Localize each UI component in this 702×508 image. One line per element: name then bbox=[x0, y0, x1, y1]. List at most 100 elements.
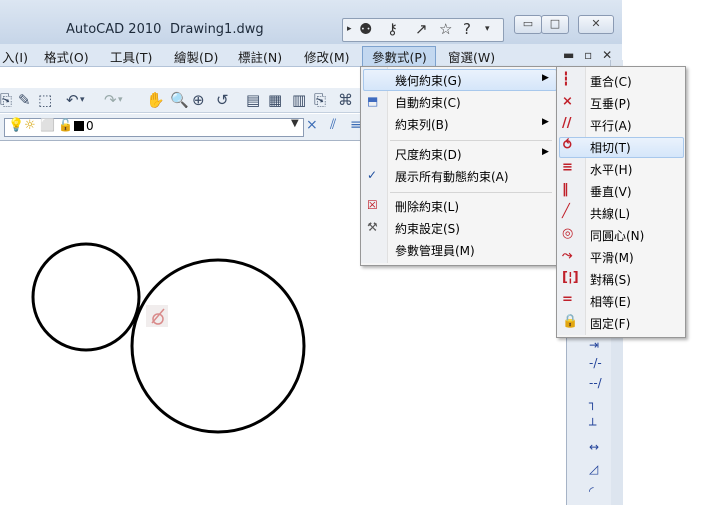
layer-name: 0 bbox=[86, 119, 94, 133]
menu-item-constraint-bar[interactable]: 約束列(B) ▶ bbox=[360, 113, 558, 135]
menu-item-label: 展示所有動態約束(A) bbox=[395, 170, 509, 184]
submenu-arrow-icon: ▶ bbox=[542, 73, 549, 83]
menu-item-geometric-constraints[interactable]: 幾何約束(G) ▶ bbox=[360, 69, 558, 91]
geometric-submenu-items: ┇ 重合(C) ⨯ 互垂(P) // 平行(A) ⥀ 相切(T) ≡ 水平(H)… bbox=[556, 66, 684, 336]
undo-icon[interactable]: ↶ bbox=[66, 91, 79, 109]
standard-toolbar: ⎘ ✎ ⬚ ↶ ▾ ↷ ▾ ✋ 🔍 ⊕ ↺ ▤ ▦ ▥ ⎘ ⌘ bbox=[0, 88, 360, 113]
menu-item-label: 刪除約束(L) bbox=[395, 200, 460, 214]
markup-icon[interactable]: ⌘ bbox=[338, 91, 353, 109]
menu-modify[interactable]: 修改(M) bbox=[304, 47, 350, 66]
submenu-item-vertical[interactable]: ‖ 垂直(V) bbox=[556, 179, 684, 201]
pan-icon[interactable]: ✋ bbox=[146, 91, 165, 109]
menu-insert[interactable]: 入(I) bbox=[2, 47, 28, 66]
menu-item-dimensional-constraints[interactable]: 尺度約束(D) ▶ bbox=[360, 143, 558, 165]
menu-item-label: 尺度約束(D) bbox=[395, 148, 462, 162]
submenu-item-tangent[interactable]: ⥀ 相切(T) bbox=[556, 135, 684, 157]
submenu-item-label: 相切(T) bbox=[590, 141, 631, 155]
submenu-item-label: 水平(H) bbox=[590, 163, 633, 177]
key-icon[interactable]: ⚷ bbox=[387, 20, 398, 38]
menu-tools[interactable]: 工具(T) bbox=[110, 47, 152, 66]
layer-color-swatch bbox=[74, 121, 84, 131]
submenu-item-fix[interactable]: 🔒 固定(F) bbox=[556, 311, 684, 333]
small-circle[interactable] bbox=[31, 242, 141, 352]
sheet-set-icon[interactable]: ⎘ bbox=[314, 91, 326, 109]
perpendicular-icon: ⨯ bbox=[562, 94, 573, 109]
submenu-item-concentric[interactable]: ◎ 同圓心(N) bbox=[556, 223, 684, 245]
minimize-button[interactable]: ▭ bbox=[514, 15, 542, 34]
binoculars-icon[interactable]: ⚉ bbox=[359, 20, 372, 38]
menu-separator bbox=[390, 192, 552, 193]
dim-linear-icon[interactable]: ⇥ bbox=[589, 338, 599, 352]
dim-continue-icon[interactable]: ↔ bbox=[589, 440, 599, 454]
submenu-item-equal[interactable]: = 相等(E) bbox=[556, 289, 684, 311]
menu-item-label: 約束設定(S) bbox=[395, 222, 460, 236]
submenu-item-label: 平滑(M) bbox=[590, 251, 634, 265]
menu-item-parameters-manager[interactable]: 參數管理員(M) bbox=[360, 239, 558, 261]
menu-dimension[interactable]: 標註(N) bbox=[238, 47, 282, 66]
vertical-icon: ‖ bbox=[562, 182, 569, 197]
help-dropdown-icon[interactable]: ▾ bbox=[485, 24, 490, 34]
smooth-icon: ⤳ bbox=[562, 248, 573, 263]
sun-icon: ☼ bbox=[24, 118, 36, 133]
zoom-window-icon[interactable]: ⊕ bbox=[192, 91, 205, 109]
menu-item-label: 約束列(B) bbox=[395, 118, 449, 132]
redo-dropdown-icon[interactable]: ▾ bbox=[118, 95, 123, 105]
viewport-freeze-icon: ⬜ bbox=[40, 118, 55, 132]
layer-dropdown-arrow-icon[interactable]: ▼ bbox=[291, 118, 299, 129]
menu-window[interactable]: 窗選(W) bbox=[448, 47, 495, 66]
concentric-icon: ◎ bbox=[562, 226, 574, 241]
submenu-arrow-icon: ▶ bbox=[542, 147, 549, 157]
zoom-realtime-icon[interactable]: 🔍 bbox=[170, 91, 189, 109]
dim-radius-icon[interactable]: ◜ bbox=[589, 484, 594, 498]
block-editor-icon[interactable]: ⬚ bbox=[38, 91, 52, 109]
expand-arrow-icon[interactable]: ▸ bbox=[347, 24, 352, 34]
satellite-icon[interactable]: ↗ bbox=[415, 20, 428, 38]
help-icon[interactable]: ? bbox=[463, 20, 471, 38]
menu-item-auto-constrain[interactable]: ⬒ 自動約束(C) bbox=[360, 91, 558, 113]
star-icon[interactable]: ☆ bbox=[439, 20, 452, 38]
dim-arc-icon[interactable]: --/ bbox=[589, 376, 602, 390]
menu-item-show-dynamic-constraints[interactable]: ✓ 展示所有動態約束(A) bbox=[360, 165, 558, 187]
submenu-item-label: 共線(L) bbox=[590, 207, 631, 221]
dim-baseline-icon[interactable]: ┴ bbox=[589, 418, 596, 432]
menu-parametric[interactable]: 參數式(P) bbox=[372, 47, 427, 66]
unlock-icon: 🔓 bbox=[58, 118, 73, 132]
submenu-item-label: 重合(C) bbox=[590, 75, 632, 89]
dim-aligned-icon[interactable]: -/- bbox=[589, 356, 602, 370]
dim-angular-icon[interactable]: ◿ bbox=[589, 462, 598, 476]
submenu-item-collinear[interactable]: ╱ 共線(L) bbox=[556, 201, 684, 223]
submenu-item-label: 相等(E) bbox=[590, 295, 631, 309]
dim-ordinate-icon[interactable]: ┐ bbox=[589, 396, 596, 410]
submenu-item-smooth[interactable]: ⤳ 平滑(M) bbox=[556, 245, 684, 267]
submenu-item-label: 垂直(V) bbox=[590, 185, 632, 199]
large-circle[interactable] bbox=[130, 258, 306, 434]
submenu-item-horizontal[interactable]: ≡ 水平(H) bbox=[556, 157, 684, 179]
menu-item-constraint-settings[interactable]: ⚒ 約束設定(S) bbox=[360, 217, 558, 239]
layer-properties-icon[interactable]: ⨯ bbox=[306, 117, 318, 133]
zoom-previous-icon[interactable]: ↺ bbox=[216, 91, 229, 109]
make-current-layer-icon[interactable]: ⫽ bbox=[330, 117, 336, 133]
tangent-icon: ⥀ bbox=[562, 138, 573, 153]
paste-icon[interactable]: ⎘ bbox=[0, 91, 12, 109]
parametric-menu-items: 幾何約束(G) ▶ ⬒ 自動約束(C) 約束列(B) ▶ 尺度約束(D) ▶ ✓… bbox=[360, 66, 558, 264]
lightbulb-icon: 💡 bbox=[8, 118, 25, 133]
maximize-button[interactable]: □ bbox=[541, 15, 569, 34]
submenu-item-coincident[interactable]: ┇ 重合(C) bbox=[556, 69, 684, 91]
menu-draw[interactable]: 繪製(D) bbox=[174, 47, 218, 66]
document-window-controls[interactable]: ▬ ▫ ✕ bbox=[563, 48, 615, 62]
submenu-item-symmetric[interactable]: [¦] 對稱(S) bbox=[556, 267, 684, 289]
design-center-icon[interactable]: ▦ bbox=[268, 91, 282, 109]
menu-format[interactable]: 格式(O) bbox=[44, 47, 89, 66]
submenu-arrow-icon: ▶ bbox=[542, 117, 549, 127]
menu-item-label: 幾何約束(G) bbox=[395, 74, 462, 88]
close-button[interactable]: ✕ bbox=[578, 15, 614, 34]
redo-icon[interactable]: ↷ bbox=[104, 91, 117, 109]
menu-item-delete-constraints[interactable]: ☒ 刪除約束(L) bbox=[360, 195, 558, 217]
equal-icon: = bbox=[562, 292, 573, 307]
submenu-item-perpendicular[interactable]: ⨯ 互垂(P) bbox=[556, 91, 684, 113]
properties-icon[interactable]: ▤ bbox=[246, 91, 260, 109]
tool-palettes-icon[interactable]: ▥ bbox=[292, 91, 306, 109]
match-properties-icon[interactable]: ✎ bbox=[18, 91, 31, 109]
submenu-item-parallel[interactable]: // 平行(A) bbox=[556, 113, 684, 135]
undo-dropdown-icon[interactable]: ▾ bbox=[80, 95, 85, 105]
